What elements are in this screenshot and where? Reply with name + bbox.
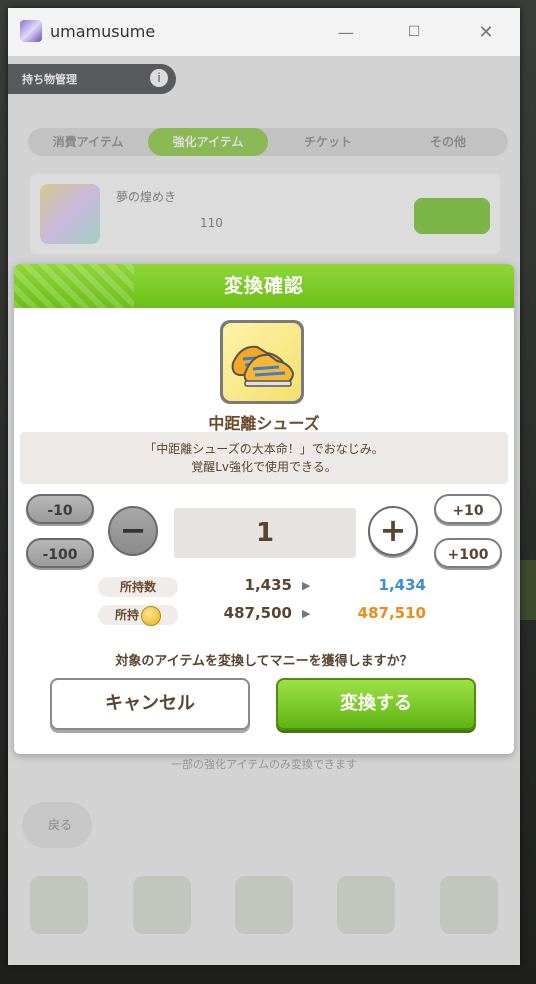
money-label: 所持 — [98, 605, 178, 626]
title-bar: umamusume — ☐ ✕ — [8, 8, 520, 56]
window-title: umamusume — [50, 22, 156, 41]
exchange-confirm-button[interactable]: 変換する — [276, 678, 476, 730]
decrement-button[interactable]: − — [108, 506, 158, 556]
app-icon — [20, 20, 42, 42]
dialog-header: 変換確認 — [14, 264, 514, 308]
money-row: 所持 487,500 ▶ 487,510 — [14, 604, 514, 626]
quantity-display: 1 — [174, 508, 356, 558]
close-button[interactable]: ✕ — [466, 16, 506, 48]
cancel-button[interactable]: キャンセル — [50, 678, 250, 730]
confirm-question: 対象のアイテムを変換してマニーを獲得しますか？ — [115, 654, 413, 669]
dialog-title: 変換確認 — [223, 275, 304, 297]
owned-count-current: 1,435 — [244, 576, 292, 594]
arrow-right-icon: ▶ — [302, 579, 311, 592]
item-name: 中距離シューズ — [208, 414, 320, 433]
shoes-icon — [223, 323, 301, 401]
description-line: 「中距離シューズの大本命！」でおなじみ。 — [144, 442, 384, 456]
app-window: umamusume — ☐ ✕ 持ち物管理 i 消費アイテム 強化アイテム チケ… — [8, 8, 520, 965]
owned-count-row: 所持数 1,435 ▶ 1,434 — [14, 576, 514, 598]
owned-count-after: 1,434 — [378, 576, 426, 594]
plus-100-button[interactable]: +100 — [434, 538, 502, 568]
money-current: 487,500 — [223, 604, 292, 622]
increment-button[interactable]: + — [368, 506, 418, 556]
minus-10-button[interactable]: -10 — [26, 494, 94, 524]
owned-count-label: 所持数 — [98, 577, 178, 597]
minimize-button[interactable]: — — [326, 16, 366, 48]
maximize-button[interactable]: ☐ — [394, 16, 434, 48]
minus-100-button[interactable]: -100 — [26, 538, 94, 568]
item-description: 「中距離シューズの大本命！」でおなじみ。 覚醒Lv強化で使用できる。 — [20, 432, 508, 484]
game-area: 持ち物管理 i 消費アイテム 強化アイテム チケット その他 夢の煌めき 110… — [8, 56, 520, 965]
item-icon-frame — [220, 320, 304, 404]
description-line: 覚醒Lv強化で使用できる。 — [191, 460, 337, 474]
arrow-right-icon: ▶ — [302, 607, 311, 620]
money-after: 487,510 — [357, 604, 426, 622]
coin-icon — [141, 605, 161, 626]
plus-10-button[interactable]: +10 — [434, 494, 502, 524]
exchange-confirm-dialog: 変換確認 中距離シューズ 「中距離シューズの大本命！」でおなじみ。 覚醒Lv強化… — [14, 264, 514, 754]
